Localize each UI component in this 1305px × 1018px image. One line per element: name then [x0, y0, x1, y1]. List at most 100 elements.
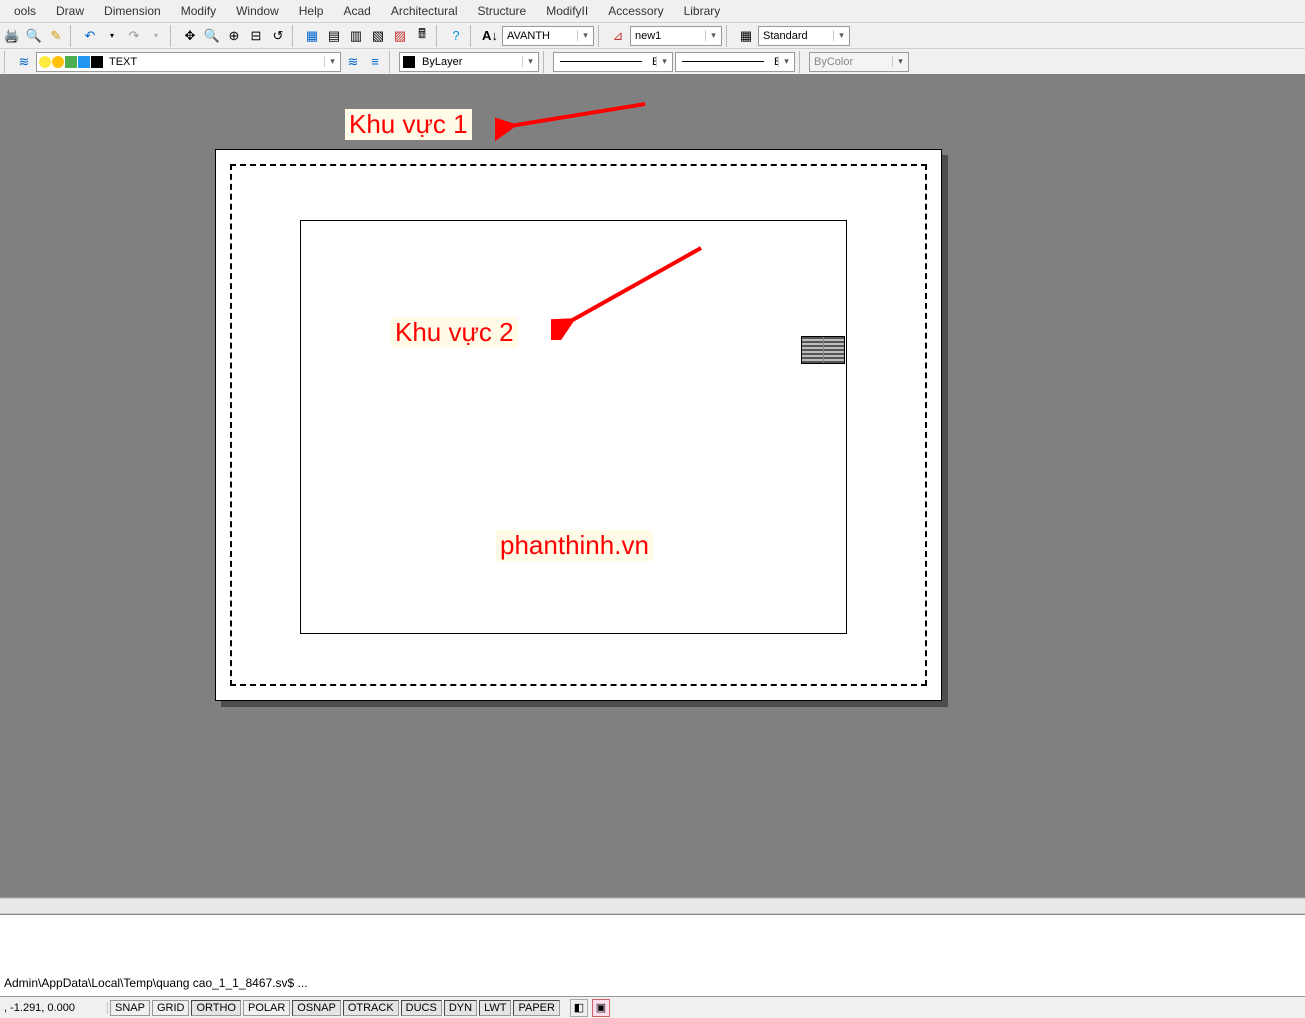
markup-icon[interactable]: ▨	[390, 26, 410, 46]
menu-window[interactable]: Window	[226, 1, 289, 21]
zoom-window-icon[interactable]: ⊟	[246, 26, 266, 46]
sheetset-icon[interactable]: ▧	[368, 26, 388, 46]
horizontal-scrollbar[interactable]	[0, 898, 1305, 914]
undo-dropdown-icon[interactable]: ▾	[102, 26, 122, 46]
undo-icon[interactable]: ↶	[80, 26, 100, 46]
status-polar[interactable]: POLAR	[243, 1000, 290, 1016]
chevron-down-icon: ▾	[833, 30, 849, 41]
lineweight-preview	[682, 61, 764, 62]
linetype-value: ByLayer	[648, 56, 656, 68]
lineweight-combo[interactable]: ByLayer▾	[675, 52, 795, 72]
table-style-icon[interactable]: ▦	[736, 26, 756, 46]
status-grid[interactable]: GRID	[152, 1000, 190, 1016]
paper-layout: Khu vực 2 phanthinh.vn	[215, 149, 942, 701]
chevron-down-icon: ▾	[778, 56, 794, 67]
menu-structure[interactable]: Structure	[468, 1, 537, 21]
status-ducs[interactable]: DUCS	[401, 1000, 442, 1016]
plotstyle-combo[interactable]: ByColor▾	[809, 52, 909, 72]
plot-icon	[78, 56, 90, 68]
status-otrack[interactable]: OTRACK	[343, 1000, 399, 1016]
separator	[470, 25, 476, 47]
coordinates-display: , -1.291, 0.000	[0, 1002, 108, 1014]
sun-icon	[52, 56, 64, 68]
menu-dimension[interactable]: Dimension	[94, 1, 171, 21]
status-icons: ◧ ▣	[570, 999, 610, 1017]
linetype-combo[interactable]: ByLayer▾	[553, 52, 673, 72]
brush-icon[interactable]: ✎	[46, 26, 66, 46]
annotation-area1: Khu vực 1	[345, 109, 472, 140]
menu-modify2[interactable]: ModifyII	[536, 1, 598, 21]
layer-states-icon[interactable]: ≡	[365, 52, 385, 72]
status-snap[interactable]: SNAP	[110, 1000, 150, 1016]
status-dyn[interactable]: DYN	[444, 1000, 477, 1016]
print-icon[interactable]: 🖨️	[2, 26, 22, 46]
menu-modify[interactable]: Modify	[171, 1, 226, 21]
maximize-viewport-icon[interactable]: ▣	[592, 999, 610, 1017]
model-thumbnail	[801, 336, 845, 364]
menu-architectural[interactable]: Architectural	[381, 1, 468, 21]
menu-help[interactable]: Help	[289, 1, 334, 21]
redo-dropdown-icon[interactable]: ▾	[146, 26, 166, 46]
layer-manager-icon[interactable]: ≋	[14, 52, 34, 72]
lightbulb-icon	[39, 56, 51, 68]
text-style-icon[interactable]: A↓	[480, 26, 500, 46]
command-history-line: Admin\AppData\Local\Temp\quang cao_1_1_8…	[4, 976, 1301, 990]
chevron-down-icon: ▾	[656, 56, 672, 67]
zoom-in-icon[interactable]: 🔍	[202, 26, 222, 46]
pan-icon[interactable]: ✥	[180, 26, 200, 46]
menu-library[interactable]: Library	[674, 1, 731, 21]
redo-icon[interactable]: ↷	[124, 26, 144, 46]
dim-style-combo[interactable]: new1▾	[630, 26, 722, 46]
status-paper[interactable]: PAPER	[513, 1000, 559, 1016]
arrow-annotation-1	[495, 96, 655, 146]
color-swatch-icon	[91, 56, 103, 68]
chevron-down-icon: ▾	[705, 30, 721, 41]
layer-previous-icon[interactable]: ≋	[343, 52, 363, 72]
dim-style-icon[interactable]: ⊿	[608, 26, 628, 46]
zoom-realtime-icon[interactable]: ⊕	[224, 26, 244, 46]
lock-icon	[65, 56, 77, 68]
text-style-combo[interactable]: AVANTH▾	[502, 26, 594, 46]
bottom-panel: Admin\AppData\Local\Temp\quang cao_1_1_8…	[0, 897, 1305, 1018]
color-value: ByLayer	[418, 56, 522, 68]
layer-combo[interactable]: TEXT ▾	[36, 52, 341, 72]
toolbar-row-1: 🖨️ 🔍 ✎ ↶ ▾ ↷ ▾ ✥ 🔍 ⊕ ⊟ ↺ ▦ ▤ ▥ ▧ ▨ 🖩 ? A…	[0, 22, 1305, 48]
separator	[543, 51, 549, 73]
menu-bar: ools Draw Dimension Modify Window Help A…	[0, 0, 1305, 22]
menu-tools[interactable]: ools	[4, 1, 46, 21]
design-center-icon[interactable]: ▤	[324, 26, 344, 46]
status-ortho[interactable]: ORTHO	[191, 1000, 241, 1016]
table-style-combo[interactable]: Standard▾	[758, 26, 850, 46]
properties-icon[interactable]: ▦	[302, 26, 322, 46]
layer-state-icons	[37, 56, 105, 68]
quickcalc-icon[interactable]: 🖩	[412, 26, 432, 46]
help-icon[interactable]: ?	[446, 26, 466, 46]
zoom-previous-icon[interactable]: ↺	[268, 26, 288, 46]
layer-name: TEXT	[105, 56, 324, 68]
drawing-canvas[interactable]: Khu vực 1 Khu vực 2 phanthinh.vn	[0, 74, 1305, 897]
chevron-down-icon: ▾	[522, 56, 538, 67]
annotation-area2: Khu vực 2	[391, 317, 518, 348]
text-style-value: AVANTH	[503, 30, 577, 42]
lineweight-value: ByLayer	[770, 56, 778, 68]
separator	[292, 25, 298, 47]
preview-icon[interactable]: 🔍	[24, 26, 44, 46]
chevron-down-icon: ▾	[892, 56, 908, 67]
menu-draw[interactable]: Draw	[46, 1, 94, 21]
tool-palettes-icon[interactable]: ▥	[346, 26, 366, 46]
chevron-down-icon: ▾	[324, 56, 340, 67]
separator	[4, 51, 10, 73]
model-paper-toggle-icon[interactable]: ◧	[570, 999, 588, 1017]
separator	[799, 51, 805, 73]
color-combo[interactable]: ByLayer▾	[399, 52, 539, 72]
separator	[436, 25, 442, 47]
menu-acad[interactable]: Acad	[333, 1, 380, 21]
color-swatch-icon	[403, 56, 415, 68]
menu-accessory[interactable]: Accessory	[598, 1, 673, 21]
separator	[726, 25, 732, 47]
chevron-down-icon: ▾	[577, 30, 593, 41]
watermark-text: phanthinh.vn	[496, 530, 653, 561]
status-lwt[interactable]: LWT	[479, 1000, 511, 1016]
status-osnap[interactable]: OSNAP	[292, 1000, 341, 1016]
command-line-area[interactable]: Admin\AppData\Local\Temp\quang cao_1_1_8…	[0, 914, 1305, 996]
